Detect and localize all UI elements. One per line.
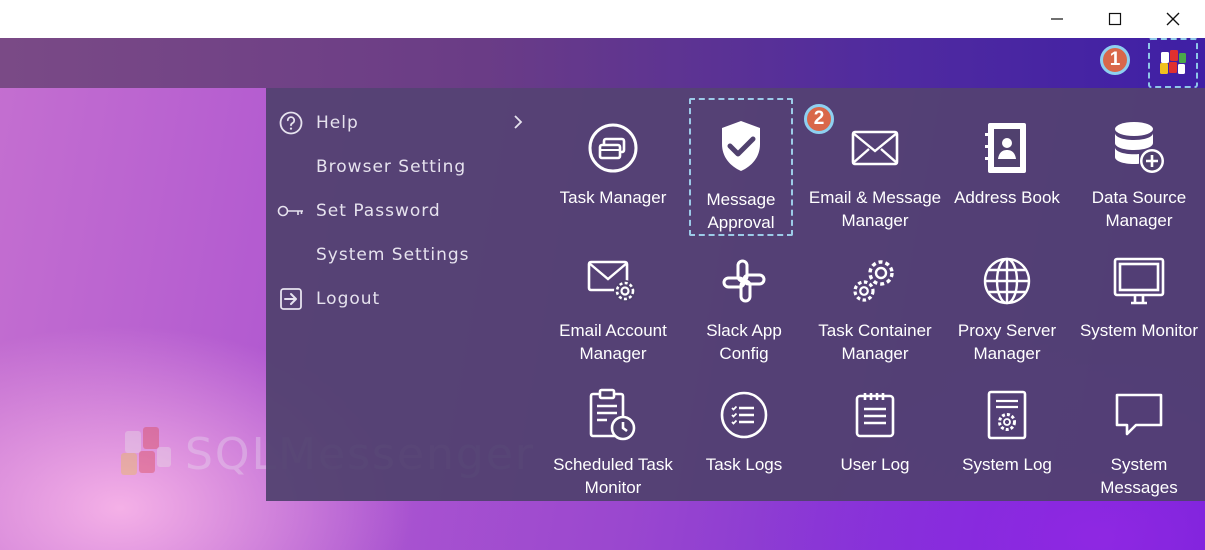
tile-label: System Log	[962, 455, 1052, 474]
tile-label: User Log	[840, 455, 910, 474]
slack-icon	[681, 251, 807, 311]
menu-item-logout[interactable]: Logout	[276, 281, 536, 317]
clipboard-clock-icon	[550, 385, 676, 445]
menu-item-label: Browser Setting	[316, 157, 467, 177]
close-button[interactable]	[1144, 0, 1202, 38]
tile-scheduled-task-monitor[interactable]: Scheduled Task Monitor	[550, 365, 676, 497]
tile-system-log[interactable]: System Log	[944, 365, 1070, 495]
notepad-icon	[812, 385, 938, 445]
tile-system-monitor[interactable]: System Monitor	[1076, 231, 1202, 361]
tile-email-account-manager[interactable]: Email Account Manager	[550, 231, 676, 363]
tile-user-log[interactable]: User Log	[812, 365, 938, 495]
tile-label: Email Account Manager	[559, 321, 667, 363]
window-title-bar	[0, 0, 1205, 38]
tile-message-approval[interactable]: Message Approval	[689, 98, 793, 236]
app-menu-button[interactable]	[1148, 38, 1198, 88]
step-badge-1: 1	[1100, 45, 1130, 75]
menu-item-set-password[interactable]: Set Password	[276, 193, 536, 229]
gears-icon	[812, 251, 938, 311]
help-icon	[276, 110, 306, 136]
tile-label: System Messages	[1100, 455, 1178, 497]
sqlmessenger-logo-icon	[121, 427, 171, 475]
tile-label: Message Approval	[706, 190, 776, 232]
speech-bubble-icon	[1076, 385, 1202, 445]
tile-task-container-manager[interactable]: Task Container Manager	[812, 231, 938, 363]
tile-address-book[interactable]: Address Book	[944, 98, 1070, 228]
list-circle-icon	[681, 385, 807, 445]
key-icon	[276, 198, 306, 224]
database-add-icon	[1076, 118, 1202, 178]
menu-item-help[interactable]: Help	[276, 105, 536, 141]
menu-item-label: Logout	[316, 289, 381, 309]
tile-data-source-manager[interactable]: Data Source Manager	[1076, 98, 1202, 230]
tile-label: Slack App Config	[706, 321, 782, 363]
logout-icon	[276, 286, 306, 312]
tile-label: Task Manager	[559, 188, 667, 207]
task-manager-icon	[550, 118, 676, 178]
top-band	[0, 38, 1205, 88]
menu-item-label: Help	[316, 113, 359, 133]
tile-label: Email & Message Manager	[808, 188, 942, 230]
tile-label: System Monitor	[1079, 321, 1199, 340]
step-badge-2: 2	[804, 104, 834, 134]
app-menu-panel: Help Browser Setting Set Password System…	[266, 88, 1205, 501]
tile-label: Task Logs	[705, 455, 783, 474]
tile-label: Scheduled Task Monitor	[553, 455, 673, 497]
menu-item-browser-setting[interactable]: Browser Setting	[276, 149, 536, 185]
menu-item-system-settings[interactable]: System Settings	[276, 237, 536, 273]
tile-task-logs[interactable]: Task Logs	[681, 365, 807, 495]
address-book-icon	[944, 118, 1070, 178]
tile-label: Data Source Manager	[1091, 188, 1187, 230]
menu-item-label: System Settings	[316, 245, 470, 265]
email-gear-icon	[550, 251, 676, 311]
maximize-icon	[1108, 12, 1122, 26]
shield-check-icon	[691, 116, 791, 176]
document-gear-icon	[944, 385, 1070, 445]
tile-task-manager[interactable]: Task Manager	[550, 98, 676, 228]
sqlmessenger-logo-icon	[1160, 50, 1186, 74]
menu-item-label: Set Password	[316, 201, 441, 221]
maximize-button[interactable]	[1086, 0, 1144, 38]
tile-proxy-server-manager[interactable]: Proxy Server Manager	[944, 231, 1070, 363]
globe-icon	[944, 251, 1070, 311]
minimize-icon	[1051, 18, 1063, 20]
minimize-button[interactable]	[1028, 0, 1086, 38]
tile-system-messages[interactable]: System Messages	[1076, 365, 1202, 497]
tile-label: Proxy Server Manager	[957, 321, 1057, 363]
tile-label: Task Container Manager	[818, 321, 932, 363]
tile-label: Address Book	[954, 188, 1060, 207]
monitor-icon	[1076, 251, 1202, 311]
tile-slack-app-config[interactable]: Slack App Config	[681, 231, 807, 363]
close-icon	[1166, 12, 1180, 26]
chevron-right-icon	[512, 114, 524, 135]
